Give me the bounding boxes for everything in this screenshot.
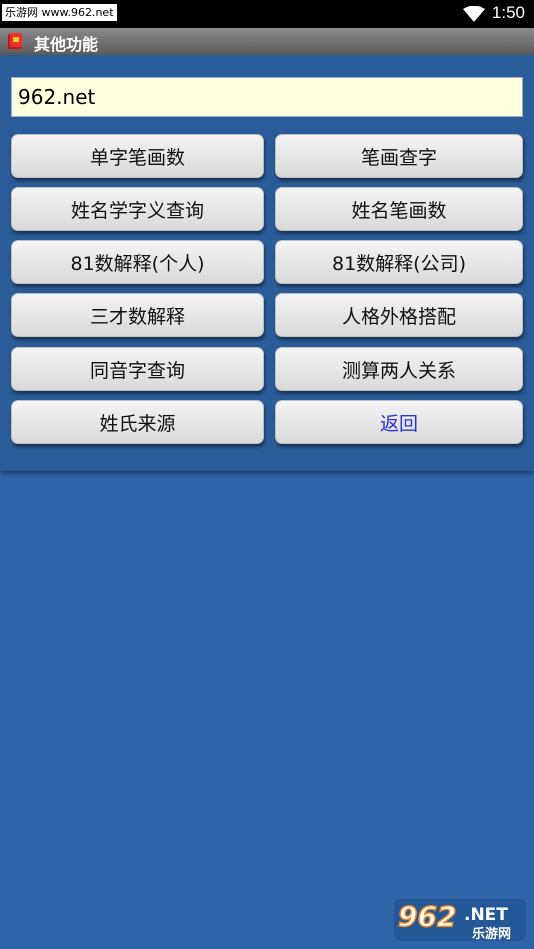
book-icon <box>8 33 22 49</box>
homophone-query-button[interactable]: 同音字查询 <box>11 347 264 391</box>
site-logo: 962 .NET 乐游网 <box>394 899 526 942</box>
back-button[interactable]: 返回 <box>275 400 523 444</box>
logo-number: 962 <box>398 900 456 933</box>
clock: 1:50 <box>491 3 525 22</box>
number81-company-button[interactable]: 81数解释(公司) <box>275 240 523 284</box>
surname-origin-button[interactable]: 姓氏来源 <box>11 400 264 444</box>
name-strokes-button[interactable]: 姓名笔画数 <box>275 187 523 231</box>
watermark-tag: 乐游网 www.962.net <box>2 4 117 21</box>
page-title: 其他功能 <box>34 35 99 54</box>
url-input[interactable]: 962.net <box>11 77 523 117</box>
number81-personal-button[interactable]: 81数解释(个人) <box>11 240 264 284</box>
function-panel: 962.net 单字笔画数 笔画查字 姓名学字义查询 姓名笔画数 81数解释(个… <box>0 55 534 471</box>
three-talents-button[interactable]: 三才数解释 <box>11 293 264 337</box>
logo-suffix: .NET <box>464 905 508 925</box>
logo-subtitle: 乐游网 <box>472 926 511 942</box>
wifi-icon <box>463 6 485 22</box>
single-char-strokes-button[interactable]: 单字笔画数 <box>11 134 264 178</box>
name-meaning-query-button[interactable]: 姓名学字义查询 <box>11 187 264 231</box>
title-bar: 其他功能 <box>0 28 534 55</box>
relationship-calc-button[interactable]: 测算两人关系 <box>275 347 523 391</box>
personality-match-button[interactable]: 人格外格搭配 <box>275 293 523 337</box>
status-bar: 乐游网 www.962.net 1:50 <box>0 0 534 28</box>
stroke-lookup-button[interactable]: 笔画查字 <box>275 134 523 178</box>
